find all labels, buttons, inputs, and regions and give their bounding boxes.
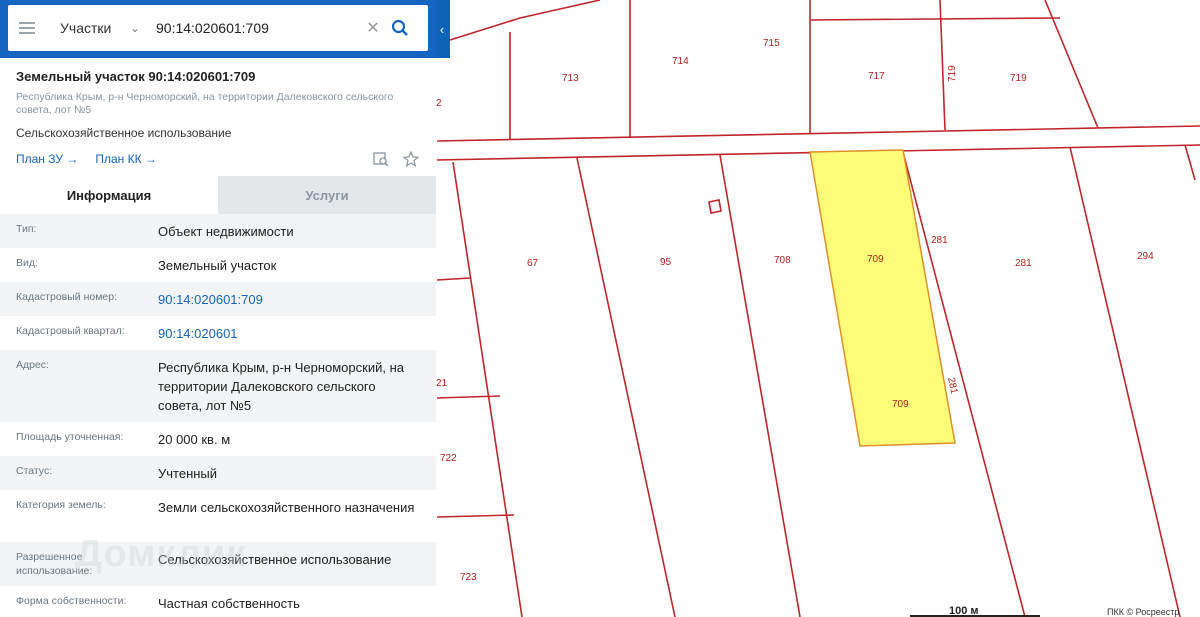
scale-label: 100 м (949, 605, 979, 617)
parcel-label: 722 (440, 453, 457, 464)
info-key: Площадь уточненная: (16, 431, 124, 443)
map-search-icon[interactable] (372, 150, 390, 168)
parcel-label: 714 (672, 56, 689, 67)
tab-info[interactable]: Информация (0, 176, 218, 214)
parcel-label: 713 (562, 73, 579, 84)
parcel-boundary (1044, 0, 1099, 129)
parcel-address: Республика Крым, р-н Черноморский, на те… (16, 91, 394, 116)
hamburger-menu-icon[interactable] (8, 5, 46, 51)
watermark-logo: Домклик (75, 533, 247, 575)
parcel-boundary (436, 395, 501, 399)
info-row: Кадастровый квартал: 90:14:020601 (0, 316, 436, 350)
parcel-label: 723 (460, 572, 477, 583)
parcel-boundary (449, 0, 601, 41)
parcel-label: 719 (947, 65, 958, 82)
info-row: Кадастровый номер: 90:14:020601:709 (0, 282, 436, 316)
parcel-boundary (1184, 144, 1196, 181)
parcel-title: Земельный участок 90:14:020601:709 (16, 69, 256, 84)
info-key: Тип: (16, 223, 37, 235)
road-boundary (436, 125, 1200, 142)
info-key: Кадастровый квартал: (16, 325, 125, 337)
tab-services[interactable]: Услуги (218, 176, 436, 214)
info-value: 20 000 кв. м (158, 432, 231, 447)
info-row: Форма собственности: Частная собственнос… (0, 586, 436, 617)
panel-tabs: Информация Услуги (0, 176, 436, 214)
map-copyright: ПКК © Росреестр (1107, 607, 1180, 617)
parcel-boundary (452, 161, 523, 617)
info-value: Республика Крым, р-н Черноморский, на те… (158, 360, 404, 413)
info-row: Площадь уточненная: 20 000 кв. м (0, 422, 436, 456)
info-panel: Участки ⌄ ✕ Земельный участок 90:14:0206… (0, 0, 436, 617)
object-type-label: Участки (60, 20, 112, 36)
parcel-label: 719 (1010, 73, 1027, 84)
search-input[interactable] (146, 19, 363, 37)
info-row: Адрес: Республика Крым, р-н Черноморский… (0, 350, 436, 422)
info-key: Кадастровый номер: (16, 291, 118, 303)
cadastral-quarter-link[interactable]: 90:14:020601 (158, 324, 420, 350)
plan-zu-link[interactable]: План ЗУ → (16, 152, 78, 166)
info-value: Земельный участок (158, 258, 277, 273)
object-type-select[interactable]: Участки ⌄ (46, 20, 146, 36)
search-bar: Участки ⌄ ✕ (0, 0, 436, 58)
info-key: Статус: (16, 465, 53, 477)
favorite-star-icon[interactable] (402, 150, 420, 168)
info-row: Статус: Учтенный (0, 456, 436, 490)
info-row: Вид: Земельный участок (0, 248, 436, 282)
parcel-label: 95 (660, 257, 672, 268)
parcel-boundary (719, 154, 801, 617)
parcel-boundary (436, 514, 515, 518)
parcel-boundary (809, 17, 1061, 21)
plan-kk-link[interactable]: План КК → (95, 152, 157, 166)
info-value: Объект недвижимости (158, 224, 294, 239)
parcel-label: 21 (436, 378, 448, 389)
clear-icon[interactable]: ✕ (363, 18, 383, 38)
parcel-boundary (1069, 146, 1181, 617)
parcel-label: 67 (527, 258, 539, 269)
info-key: Вид: (16, 257, 38, 269)
parcel-label: 281 (1015, 258, 1032, 269)
parcel-label: 281 (945, 376, 959, 395)
parcel-label: 715 (763, 38, 780, 49)
parcel-label: 709 (867, 254, 884, 265)
search-icon[interactable] (383, 19, 417, 37)
parcel-label: 281 (931, 235, 948, 246)
parcel-label: 2 (436, 98, 442, 109)
cadastral-number-link[interactable]: 90:14:020601:709 (158, 290, 420, 316)
parcel-label: 709 (892, 399, 909, 410)
chevron-down-icon: ⌄ (129, 21, 140, 35)
collapse-panel-button[interactable]: ‹ (434, 0, 450, 58)
small-parcel (708, 199, 722, 214)
selected-parcel-709 (809, 149, 956, 447)
info-key: Форма собственности: (16, 595, 127, 607)
parcel-boundary (436, 277, 471, 281)
chevron-left-icon: ‹ (439, 21, 445, 37)
parcel-label: 717 (868, 71, 885, 82)
parcel-boundary (576, 157, 676, 617)
info-row: Тип: Объект недвижимости (0, 214, 436, 248)
parcel-usage: Сельскохозяйственное использование (16, 126, 232, 140)
info-key: Адрес: (16, 359, 49, 371)
info-value: Частная собственность (158, 596, 300, 611)
parcel-label: 294 (1137, 251, 1154, 262)
info-value: Учтенный (158, 466, 218, 481)
parcel-label: 708 (774, 255, 791, 266)
